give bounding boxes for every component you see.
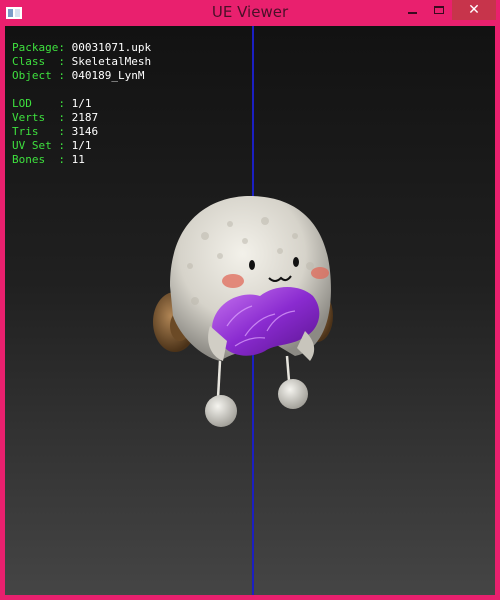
title-bar[interactable]: UE Viewer ✕: [0, 0, 500, 26]
close-icon: ✕: [468, 2, 480, 18]
info-class: Class : SkeletalMesh: [12, 55, 152, 68]
right-string: [285, 355, 291, 382]
mesh-info-overlay: Package: 00031071.upk Class : SkeletalMe…: [12, 41, 151, 167]
info-object: Object : 040189_LynM: [12, 69, 145, 82]
close-button[interactable]: ✕: [452, 0, 496, 20]
minimize-icon: [407, 12, 417, 14]
info-uvset: UV Set : 1/1: [12, 139, 92, 152]
3d-viewport[interactable]: Package: 00031071.upk Class : SkeletalMe…: [5, 26, 495, 595]
right-pompom: [278, 379, 308, 409]
info-bones: Bones : 11: [12, 153, 85, 166]
info-lod: LOD : 1/1: [12, 97, 92, 110]
left-pompom: [205, 395, 237, 427]
maximize-button[interactable]: [425, 0, 453, 20]
maximize-icon: [434, 6, 444, 14]
app-window: UE Viewer ✕ Package: 00031071.upk Class …: [0, 0, 500, 600]
info-tris: Tris : 3146: [12, 125, 99, 138]
info-package: Package: 00031071.upk: [12, 41, 152, 54]
info-verts: Verts : 2187: [12, 111, 99, 124]
left-string: [216, 360, 222, 399]
minimize-button[interactable]: [398, 0, 426, 20]
